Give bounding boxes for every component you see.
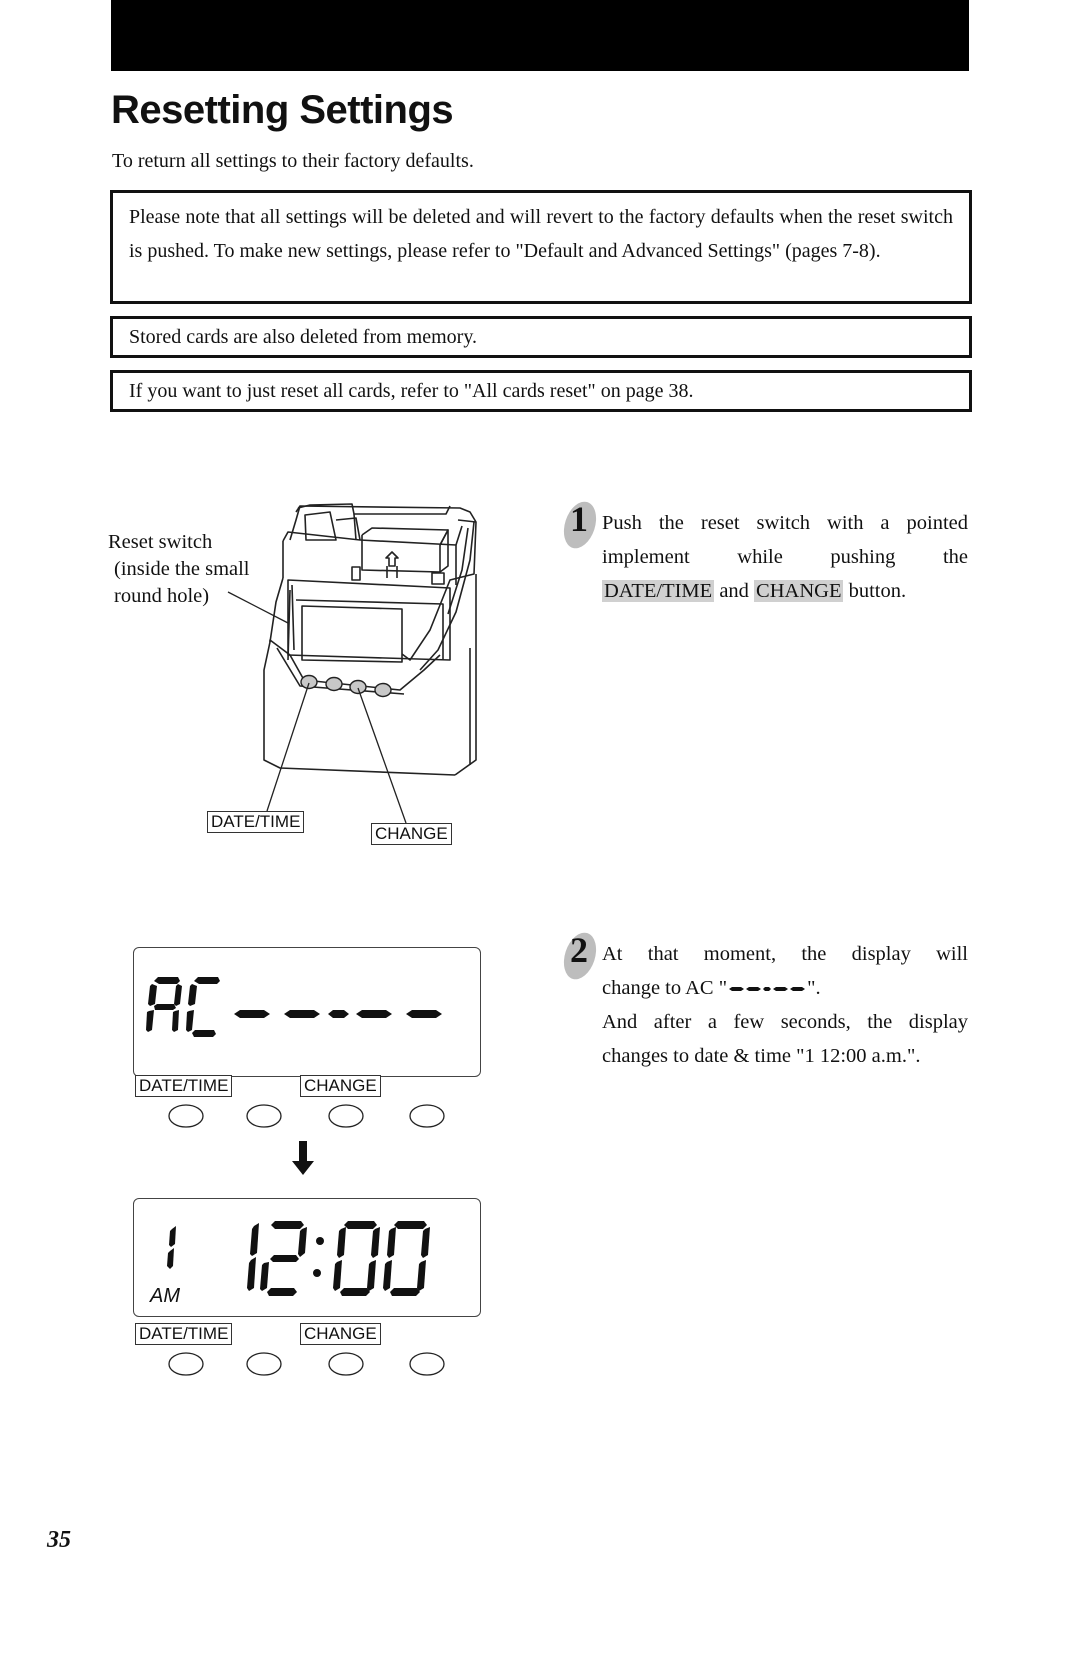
step-text: implement while pushing the xyxy=(602,546,968,568)
lcd-display-time: AM xyxy=(133,1198,481,1317)
meridiem-indicator: AM xyxy=(150,1285,180,1307)
day-digit xyxy=(169,1226,176,1247)
page-number: 35 xyxy=(47,1527,71,1553)
date-time-key-label: DATE/TIME xyxy=(135,1323,233,1345)
step-text: button. xyxy=(843,580,907,602)
change-key-label: CHANGE xyxy=(300,1323,381,1345)
lcd-display-ac xyxy=(133,947,481,1077)
step-text: At that moment, the display will xyxy=(602,943,968,965)
dashes-icon xyxy=(729,987,806,992)
step-text: And after a few seconds, the display xyxy=(602,1011,968,1033)
button-row-2 xyxy=(168,1352,445,1376)
change-key-label: CHANGE xyxy=(300,1075,381,1097)
button-4[interactable] xyxy=(409,1352,445,1376)
step-text: change to AC " xyxy=(602,977,728,999)
change-callout: CHANGE xyxy=(371,823,452,845)
step-text-last: DATE/TIME and CHANGE button. xyxy=(602,574,968,608)
device-change-button xyxy=(349,679,367,695)
step-text: Push the reset switch with a pointed xyxy=(602,512,968,534)
arrow-down-icon xyxy=(292,1141,314,1175)
date-time-leader xyxy=(266,682,310,812)
date-time-callout: DATE/TIME xyxy=(207,811,305,833)
change-leader xyxy=(357,687,407,824)
change-key: CHANGE xyxy=(754,580,844,602)
date-time-key: DATE/TIME xyxy=(602,580,715,602)
step-number: 1 xyxy=(570,499,588,539)
device-button-2 xyxy=(325,676,343,692)
change-button[interactable] xyxy=(328,1352,364,1376)
step-number: 2 xyxy=(570,930,588,970)
reset-switch-leader xyxy=(227,591,289,624)
date-time-button[interactable] xyxy=(168,1104,204,1128)
step-text: changes to date & time "1 12:00 a.m.". xyxy=(602,1045,921,1067)
date-time-button[interactable] xyxy=(168,1352,204,1376)
time-recorder-illustration xyxy=(227,503,477,824)
step-2: 2 At that moment, the display will chang… xyxy=(563,932,968,1073)
step-1: 1 Push the reset switch with a pointed i… xyxy=(563,501,968,608)
step-text: and xyxy=(714,580,755,602)
step-text: ". xyxy=(807,977,821,999)
button-2[interactable] xyxy=(246,1352,282,1376)
lcd-time-readout xyxy=(167,1221,430,1296)
lcd-ac-dashes-readout xyxy=(146,977,442,1037)
date-time-key-label: DATE/TIME xyxy=(135,1075,233,1097)
button-4[interactable] xyxy=(409,1104,445,1128)
button-row-1 xyxy=(168,1104,445,1128)
step-text: change to AC " ". xyxy=(602,971,968,1005)
device-button-4 xyxy=(374,682,392,698)
device-date-time-button xyxy=(300,674,318,690)
button-2[interactable] xyxy=(246,1104,282,1128)
change-button[interactable] xyxy=(328,1104,364,1128)
